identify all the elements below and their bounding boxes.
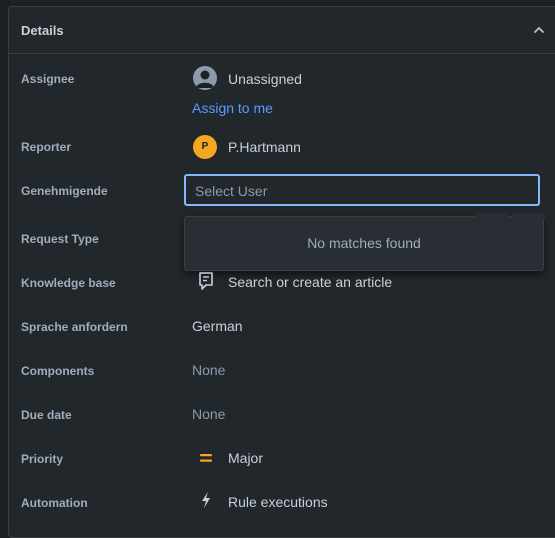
reporter-value[interactable]: P.Hartmann: [228, 139, 301, 155]
language-value[interactable]: German: [192, 318, 243, 334]
due-date-value[interactable]: None: [192, 406, 225, 422]
reporter-label: Reporter: [21, 140, 72, 154]
knowledge-base-value[interactable]: Search or create an article: [228, 274, 392, 290]
assignee-label: Assignee: [21, 72, 75, 86]
assignee-value[interactable]: Unassigned: [228, 71, 302, 87]
language-label: Sprache anfordern: [21, 320, 128, 334]
unassigned-avatar: [193, 66, 217, 90]
lightning-icon: [202, 492, 210, 508]
approver-placeholder: Select User: [195, 183, 268, 199]
components-label: Components: [21, 364, 95, 378]
dropdown-tab: [512, 213, 546, 219]
approver-dropdown: No matches found: [184, 213, 546, 271]
dropdown-tab: [475, 213, 509, 219]
equals-icon: [200, 454, 212, 462]
knowledge-base-label: Knowledge base: [21, 276, 116, 290]
approver-select-input[interactable]: Select User: [184, 174, 540, 206]
priority-label: Priority: [21, 452, 64, 466]
article-icon: [199, 272, 213, 290]
priority-value[interactable]: Major: [228, 450, 263, 466]
due-date-label: Due date: [21, 408, 72, 422]
chevron-up-icon[interactable]: [533, 24, 545, 36]
person-icon: [196, 70, 214, 88]
no-matches-message: No matches found: [307, 235, 421, 251]
automation-label: Automation: [21, 496, 88, 510]
assign-to-me-link[interactable]: Assign to me: [192, 100, 273, 116]
details-header[interactable]: Details: [9, 7, 555, 54]
details-panel: Details Assignee Unassigned Assign to me…: [8, 6, 555, 538]
request-type-label: Request Type: [21, 232, 99, 246]
approver-label: Genehmigende: [21, 184, 108, 198]
automation-value[interactable]: Rule executions: [228, 494, 328, 510]
details-title: Details: [21, 23, 64, 38]
reporter-avatar: P: [193, 135, 217, 159]
components-value[interactable]: None: [192, 362, 225, 378]
